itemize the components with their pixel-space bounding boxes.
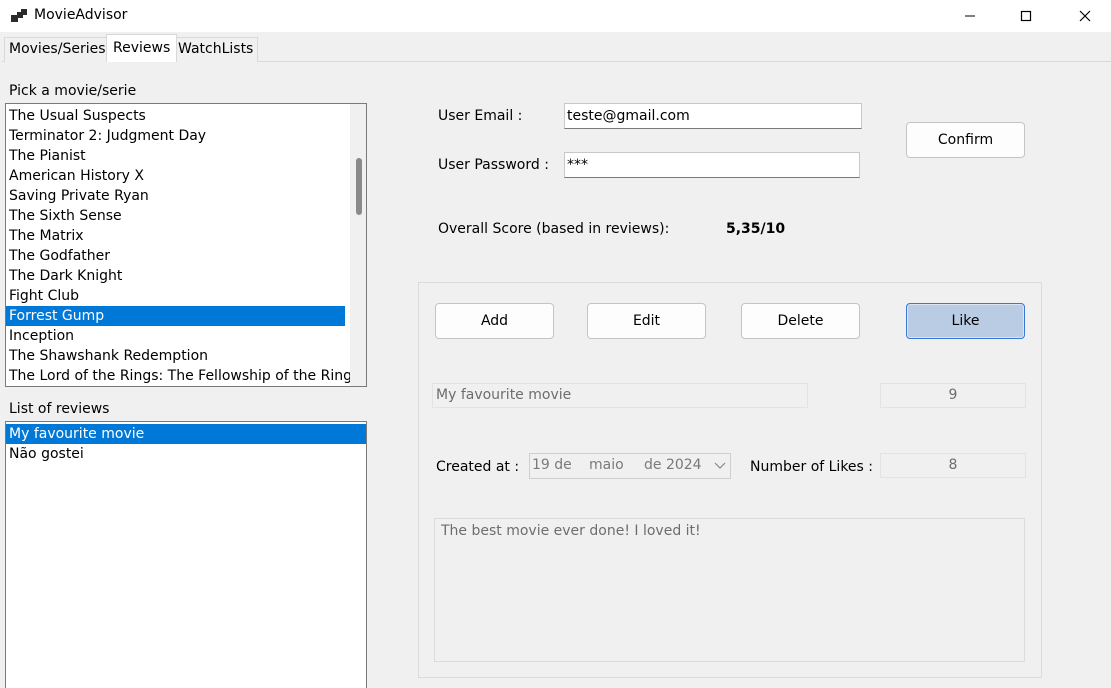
scrollbar-thumb[interactable]	[356, 158, 362, 215]
movie-list-item[interactable]: Inception	[6, 326, 345, 346]
chevron-down-icon[interactable]	[714, 462, 726, 470]
email-field[interactable]: teste@gmail.com	[564, 103, 862, 129]
movie-list-label: Pick a movie/serie	[9, 83, 137, 99]
movie-list-item[interactable]: The Pianist	[6, 146, 345, 166]
close-icon	[1079, 10, 1091, 22]
app-icon	[11, 9, 27, 22]
date-year: de 2024	[644, 457, 702, 473]
movie-list-item[interactable]: The Dark Knight	[6, 266, 345, 286]
movie-list-item[interactable]: The Sixth Sense	[6, 206, 345, 226]
confirm-button[interactable]: Confirm	[906, 122, 1025, 158]
created-at-label: Created at :	[436, 459, 520, 475]
movie-list-item[interactable]: Fight Club	[6, 286, 345, 306]
tab-reviews[interactable]: Reviews	[106, 34, 178, 62]
review-list-item[interactable]: Não gostei	[6, 444, 366, 464]
movie-list-scrollbar[interactable]	[350, 104, 366, 386]
reviews-list-label: List of reviews	[9, 401, 110, 417]
likes-count-field[interactable]: 8	[880, 453, 1026, 478]
add-review-button[interactable]: Add	[435, 303, 554, 339]
window-title: MovieAdvisor	[34, 7, 128, 23]
review-list-item[interactable]: My favourite movie	[6, 424, 366, 444]
review-title-field[interactable]: My favourite movie	[432, 383, 808, 408]
maximize-icon	[1020, 10, 1032, 22]
movie-listbox[interactable]: The Usual Suspects Terminator 2: Judgment…	[5, 103, 367, 387]
overall-score-value: 5,35/10	[726, 221, 786, 237]
created-at-date-picker[interactable]: 19 de maio de 2024	[529, 453, 731, 479]
password-field[interactable]: ***	[564, 152, 860, 178]
movie-list-item[interactable]: American History X	[6, 166, 345, 186]
movie-list-item[interactable]: Saving Private Ryan	[6, 186, 345, 206]
movie-list-item[interactable]: The Lord of the Rings: The Fellowship of…	[6, 366, 352, 386]
edit-review-button[interactable]: Edit	[587, 303, 706, 339]
close-button[interactable]	[1059, 0, 1111, 32]
password-label: User Password :	[438, 157, 549, 173]
minimize-button[interactable]	[944, 0, 996, 32]
tab-watchlists[interactable]: WatchLists	[173, 37, 259, 62]
likes-label: Number of Likes :	[750, 459, 874, 475]
movie-list-item[interactable]: The Shawshank Redemption	[6, 346, 345, 366]
review-content-textarea[interactable]: The best movie ever done! I loved it!	[434, 518, 1025, 662]
movie-list-item[interactable]: Forrest Gump	[6, 306, 345, 326]
movie-list-item[interactable]: The Matrix	[6, 226, 345, 246]
movie-list-item[interactable]: Terminator 2: Judgment Day	[6, 126, 345, 146]
movie-list-item[interactable]: The Godfather	[6, 246, 345, 266]
tab-movies-series[interactable]: Movies/Series	[4, 37, 111, 62]
like-button[interactable]: Like	[906, 303, 1025, 339]
email-label: User Email :	[438, 108, 523, 124]
date-day: 19 de	[532, 457, 572, 473]
overall-score-label: Overall Score (based in reviews):	[438, 221, 670, 237]
maximize-button[interactable]	[1000, 0, 1052, 32]
delete-review-button[interactable]: Delete	[741, 303, 860, 339]
movie-list-item[interactable]: The Usual Suspects	[6, 106, 345, 126]
date-month: maio	[589, 457, 624, 473]
reviews-listbox[interactable]: My favourite movie Não gostei	[5, 421, 367, 688]
review-rating-field[interactable]: 9	[880, 383, 1026, 408]
minimize-icon	[965, 15, 975, 17]
